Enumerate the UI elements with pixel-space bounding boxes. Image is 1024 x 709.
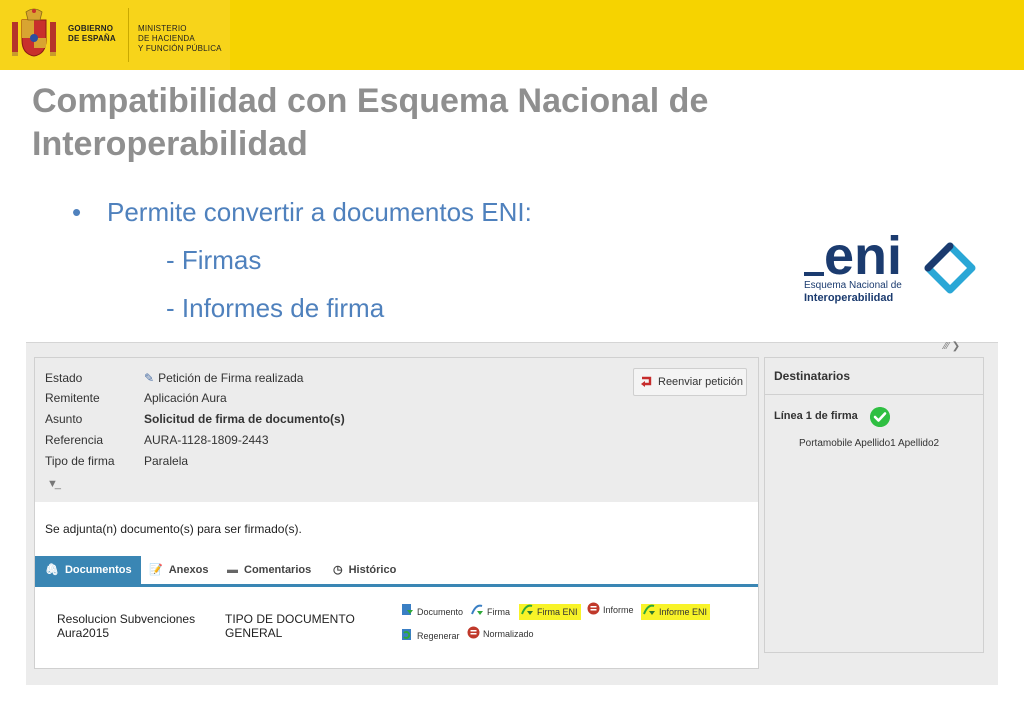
action-normalizado[interactable]: Normalizado [467,626,534,642]
document-type: TIPO DE DOCUMENTO GENERAL [225,612,355,640]
action-firma-eni[interactable]: Firma ENI [519,604,581,620]
meta-label: Asunto [45,412,83,426]
request-message: Se adjunta(n) documento(s) para ser firm… [45,522,302,536]
tab-comentarios[interactable]: ▬ Comentarios [227,556,323,584]
svg-text:Esquema Nacional de: Esquema Nacional de [804,280,902,291]
signer-name: Portamobile Apellido1 Apellido2 [799,438,940,449]
meta-value: ✎ Petición de Firma realizada [144,371,304,385]
signature-line-title: Línea 1 de firma [774,410,858,422]
eni-logo: eni Esquema Nacional de Interoperabilida… [804,226,976,304]
check-circle-icon [870,407,890,427]
recipients-title: Destinatarios [765,358,983,395]
request-metadata: Estado ✎ Petición de Firma realizada Remi… [35,358,758,502]
meta-label: Remitente [45,391,100,405]
meta-value: Solicitud de firma de documento(s) [144,412,345,426]
meta-label: Tipo de firma [45,454,115,468]
request-detail-panel: Estado ✎ Petición de Firma realizada Remi… [34,357,759,669]
slide-title: Compatibilidad con Esquema Nacional de I… [32,82,709,163]
history-icon: ◷ [333,564,343,576]
pencil-icon: ✎ [144,371,155,385]
signature-download-icon [471,604,483,615]
regenerate-icon [402,629,411,640]
comment-icon: ▬ [227,564,238,576]
tab-historico[interactable]: ◷ Histórico [333,556,413,584]
corner-tool-icon: ⁄⁄⁄ ❯ [944,341,961,352]
document-name: Resolucion Subvenciones Aura2015 [57,612,196,640]
paperclip-icon: 🖇 [45,564,59,576]
government-logo-block: GOBIERNO DE ESPAÑA MINISTERIO DE HACIEND… [0,0,230,70]
ministry-name: MINISTERIO DE HACIENDA Y FUNCIÓN PÚBLICA [138,24,222,53]
bullet-dot: • [72,197,82,227]
recipients-panel: Destinatarios Línea 1 de firma Portamobi… [764,357,984,653]
tab-anexos[interactable]: 📝 Anexos [149,556,221,584]
normalized-icon [467,626,480,639]
resend-icon [641,376,652,387]
meta-label: Estado [45,371,83,385]
embedded-app-screenshot: ⁄⁄⁄ ❯ Estado ✎ Petición de Firma realizad… [26,341,998,685]
resend-request-button[interactable]: Reenviar petición [633,368,747,396]
attachment-doc-icon: 📝 [149,564,163,576]
coat-of-arms-icon [12,8,56,57]
meta-value: AURA-1128-1809-2443 [144,433,269,447]
report-icon [587,602,600,615]
action-regenerar[interactable]: Regenerar [401,628,460,644]
bullet-item: • Permite convertir a documentos ENI: [72,197,532,228]
filter-icon[interactable]: ▼̲ [47,478,58,490]
action-informe-eni[interactable]: Informe ENI [641,604,711,620]
government-name: GOBIERNO DE ESPAÑA [68,24,116,43]
action-documento[interactable]: Documento [401,604,463,620]
report-eni-icon [643,604,655,615]
action-informe[interactable]: Informe [587,602,634,618]
bullet-text: Permite convertir a documentos ENI: [107,197,532,227]
action-firma[interactable]: Firma [471,604,510,620]
signature-eni-icon [521,604,533,615]
meta-value: Aplicación Aura [144,391,227,405]
logo-divider [128,8,129,62]
meta-label: Referencia [45,433,104,447]
resend-label: Reenviar petición [658,376,743,388]
government-header-bar: GOBIERNO DE ESPAÑA MINISTERIO DE HACIEND… [0,0,1024,70]
sub-item-informes: - Informes de firma [166,293,385,323]
meta-value: Paralela [144,454,189,468]
tab-bar: 🖇 Documentos 📝 Anexos ▬ Comentarios ◷ Histór… [35,556,758,587]
download-document-icon [402,604,413,615]
sub-item-firmas: - Firmas [166,245,262,275]
svg-text:eni: eni [824,226,902,286]
svg-text:Interoperabilidad: Interoperabilidad [804,292,893,304]
tab-documentos[interactable]: 🖇 Documentos [35,556,141,584]
